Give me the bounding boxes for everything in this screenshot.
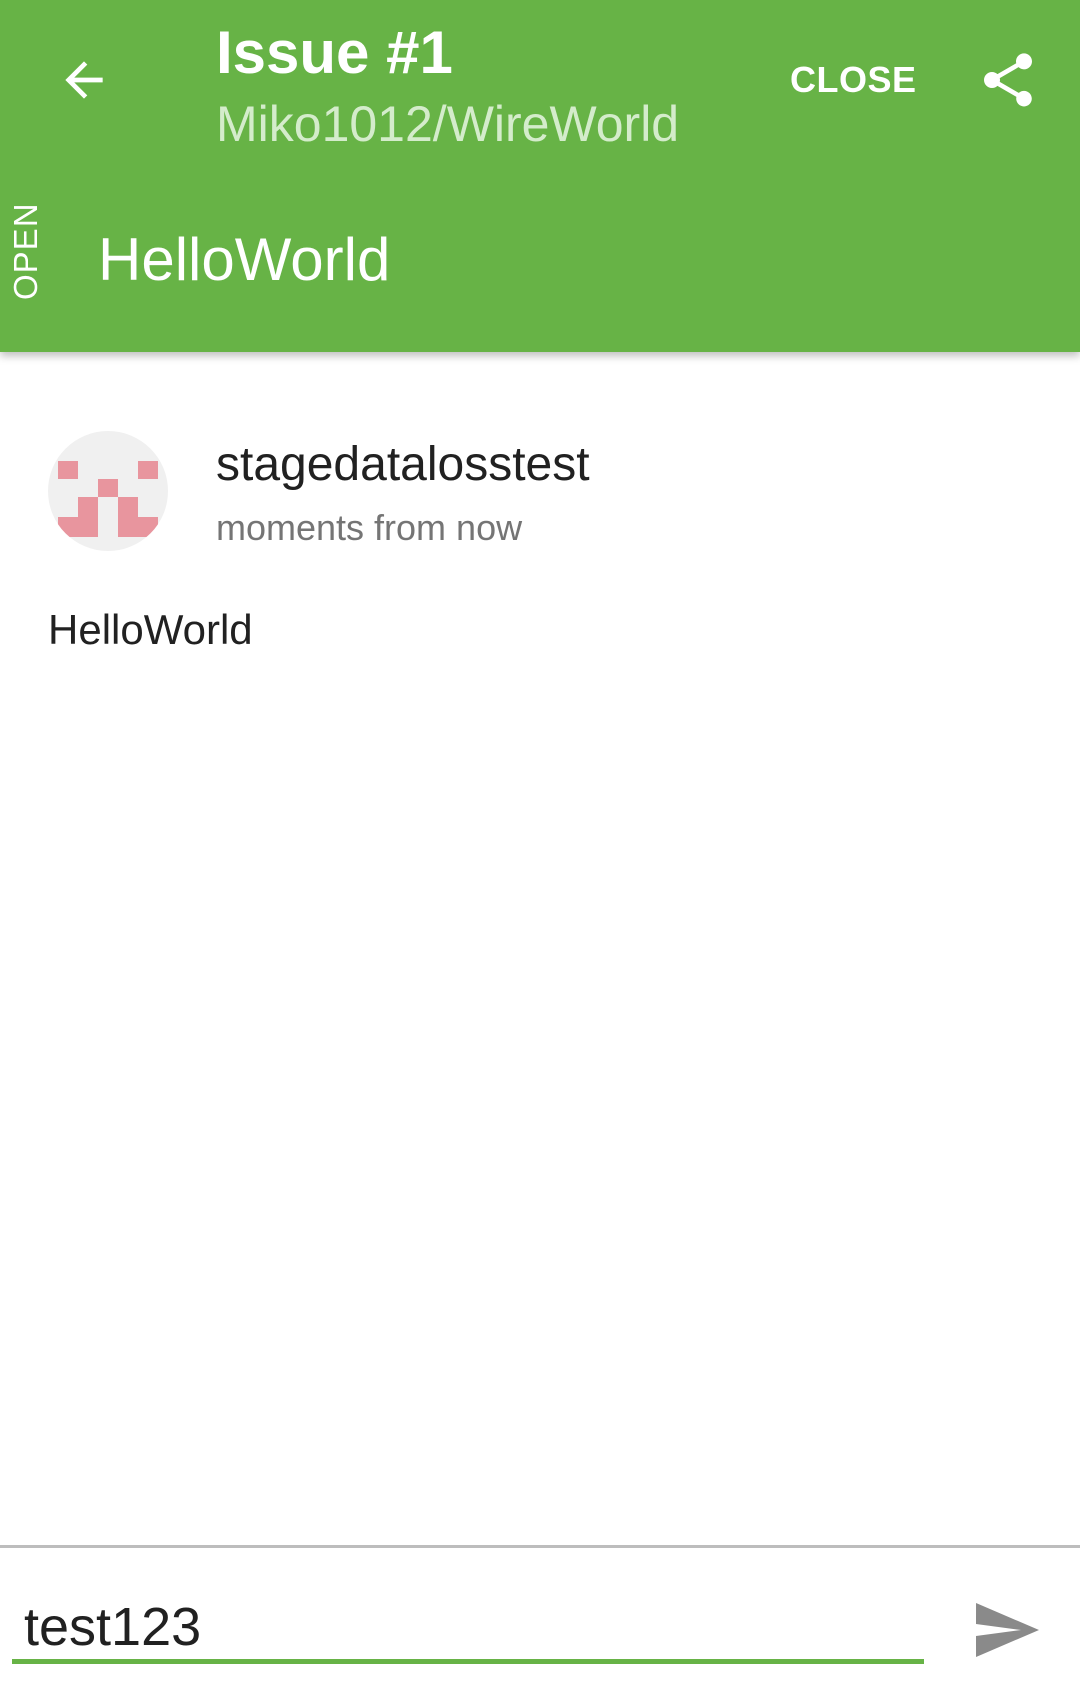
app-bar: Issue #1 Miko1012/WireWorld CLOSE OPEN H… <box>0 0 1080 352</box>
comment-author[interactable]: stagedatalosstest <box>216 436 590 494</box>
issue-state-badge: OPEN <box>7 202 44 300</box>
page-title: Issue #1 <box>216 19 453 86</box>
back-button[interactable] <box>46 42 122 118</box>
issue-title: HelloWorld <box>98 226 391 293</box>
identicon-avatar <box>58 461 158 537</box>
arrow-back-icon <box>65 61 103 99</box>
comment-timestamp: moments from now <box>216 507 523 548</box>
close-issue-button[interactable]: CLOSE <box>790 50 917 110</box>
comment-input[interactable] <box>12 1594 924 1664</box>
avatar[interactable] <box>48 431 168 551</box>
send-icon <box>976 1603 1039 1657</box>
share-button[interactable] <box>970 42 1046 118</box>
send-button[interactable] <box>966 1590 1046 1670</box>
composer-divider <box>0 1545 1080 1548</box>
repository-name: Miko1012/WireWorld <box>216 96 680 152</box>
share-icon <box>984 53 1032 107</box>
comment-body: HelloWorld <box>48 606 253 653</box>
